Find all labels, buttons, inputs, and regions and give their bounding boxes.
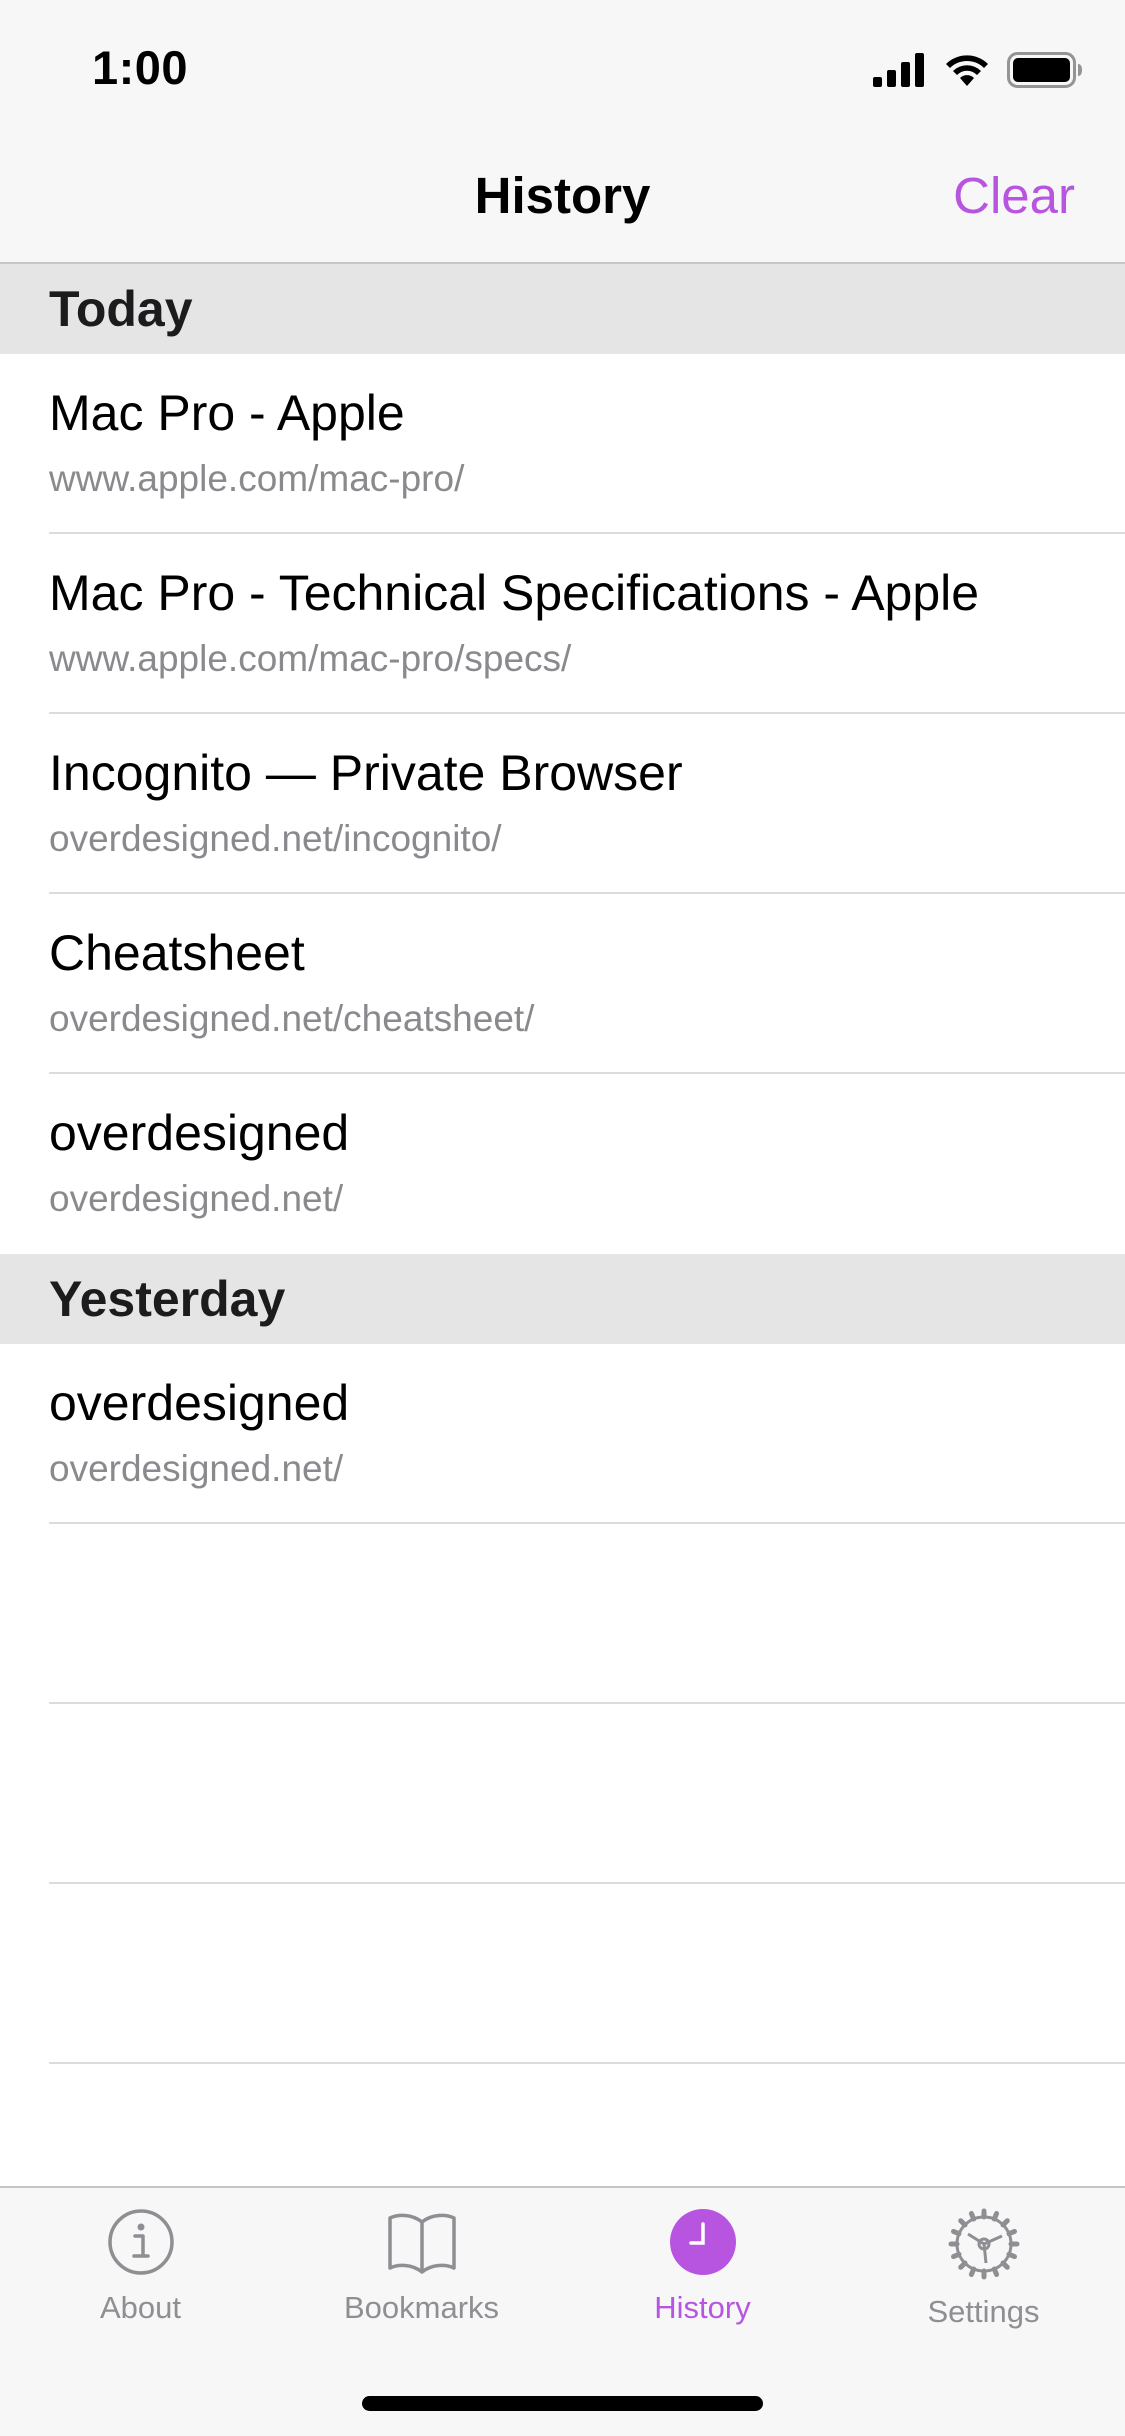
- history-row-url: overdesigned.net/: [49, 1178, 344, 1219]
- section-header-yesterday: Yesterday: [0, 1254, 1125, 1344]
- section-header-today: Today: [0, 264, 1125, 354]
- battery-icon: [1007, 52, 1082, 88]
- status-icons: [873, 48, 1083, 92]
- history-list: Today Mac Pro - Apple www.apple.com/mac-…: [0, 264, 1125, 2064]
- history-row[interactable]: overdesigned overdesigned.net/: [0, 1344, 1125, 1524]
- history-row-url: overdesigned.net/cheatsheet/: [49, 998, 535, 1039]
- wifi-icon: [946, 55, 988, 86]
- tab-bookmarks[interactable]: Bookmarks: [281, 2208, 562, 2358]
- empty-row: [0, 1524, 1125, 1704]
- history-row-title: Mac Pro - Technical Specifications - App…: [49, 565, 980, 621]
- status-bar: 1:00: [0, 0, 1125, 132]
- clear-button[interactable]: Clear: [953, 166, 1075, 225]
- clock-icon: [669, 2209, 736, 2275]
- history-row[interactable]: overdesigned overdesigned.net/: [0, 1074, 1125, 1254]
- tab-settings[interactable]: Settings: [843, 2208, 1124, 2358]
- cellular-signal-icon: [873, 53, 924, 87]
- history-row-url: www.apple.com/mac-pro/: [49, 458, 465, 499]
- history-row-title: overdesigned: [49, 1375, 350, 1431]
- history-row-title: Incognito — Private Browser: [49, 745, 683, 801]
- history-row-title: Cheatsheet: [49, 925, 305, 981]
- history-row-url: www.apple.com/mac-pro/specs/: [49, 638, 572, 679]
- tab-label: About: [99, 2290, 181, 2325]
- tab-history[interactable]: History: [562, 2208, 843, 2358]
- history-row[interactable]: Cheatsheet overdesigned.net/cheatsheet/: [0, 894, 1125, 1074]
- gear-icon: [948, 2208, 1019, 2280]
- tab-label: History: [654, 2290, 751, 2325]
- tab-label: Bookmarks: [343, 2290, 500, 2325]
- home-indicator[interactable]: [362, 2396, 763, 2411]
- history-row-title: overdesigned: [49, 1105, 350, 1161]
- info-circle-icon: [107, 2209, 174, 2275]
- navigation-bar: History Clear: [0, 132, 1125, 264]
- tab-label: Settings: [927, 2294, 1040, 2329]
- history-row-url: overdesigned.net/incognito/: [49, 818, 502, 859]
- history-row-title: Mac Pro - Apple: [49, 385, 405, 441]
- history-row[interactable]: Mac Pro - Apple www.apple.com/mac-pro/: [0, 354, 1125, 534]
- tab-about[interactable]: About: [0, 2208, 281, 2358]
- book-icon: [387, 2213, 456, 2274]
- row-separator: [49, 2062, 1125, 2064]
- empty-row: [0, 1884, 1125, 2064]
- history-row[interactable]: Mac Pro - Technical Specifications - App…: [0, 534, 1125, 714]
- history-row[interactable]: Incognito — Private Browser overdesigned…: [0, 714, 1125, 894]
- history-row-url: overdesigned.net/: [49, 1448, 344, 1489]
- empty-row: [0, 1704, 1125, 1884]
- status-time: 1:00: [92, 41, 189, 94]
